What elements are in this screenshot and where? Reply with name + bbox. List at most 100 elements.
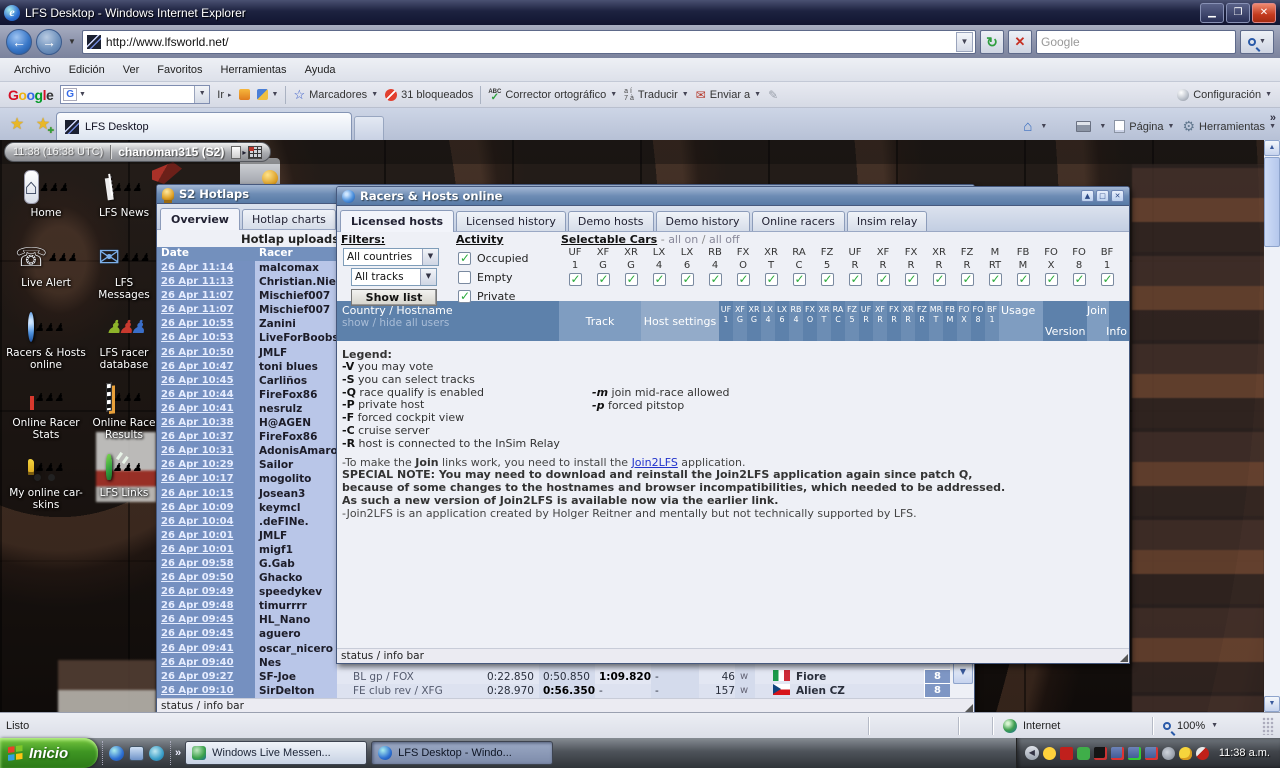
hotlap-date-link[interactable]: 26 Apr 10:45 [157,373,255,388]
hotlap-date-link[interactable]: 26 Apr 10:47 [157,359,255,374]
home-button-icon[interactable]: ⌂ [1023,118,1032,135]
hotlap-date-link[interactable]: 26 Apr 11:14 [157,261,255,276]
racers-tab[interactable]: Demo hosts [567,211,654,231]
restore-button[interactable]: ❐ [1226,2,1250,23]
racers-tab[interactable]: Licensed hosts [340,210,455,232]
tweety-icon[interactable] [1178,746,1192,760]
car-checkbox[interactable] [1016,272,1030,286]
car-checkbox[interactable] [708,272,722,286]
print-icon[interactable] [1076,121,1092,132]
country-filter-select[interactable]: All countries ▼ [343,248,439,266]
activity-checkbox[interactable]: Occupied [458,251,561,265]
hotlap-date-link[interactable]: 26 Apr 09:58 [157,556,255,572]
logout-icon[interactable] [231,145,246,159]
car-checkbox[interactable] [876,272,890,286]
google-addons-button[interactable]: ▼ [256,89,278,100]
recent-pages-dropdown[interactable]: ▼ [66,37,78,46]
car-checkbox[interactable] [932,272,946,286]
hotlap-date-link[interactable]: 26 Apr 09:40 [157,655,255,670]
close-button[interactable]: ✕ [1252,2,1276,23]
hotlap-date-link[interactable]: 26 Apr 09:45 [157,613,255,628]
car-checkbox[interactable] [652,272,666,286]
checkbox-icon[interactable] [458,251,471,265]
stop-button[interactable]: ✕ [1008,29,1032,54]
car-checkbox[interactable] [568,272,582,286]
hotlap-date-link[interactable]: 26 Apr 09:50 [157,571,255,586]
back-button[interactable]: ← [6,28,32,55]
page-scrollbar[interactable]: ▲ ▼ [1264,140,1280,712]
bookmarks-button[interactable]: ☆ Marcadores ▼ [293,87,378,103]
search-input[interactable]: Google [1036,29,1236,54]
ie-task-button[interactable]: LFS Desktop - Windo... [371,741,554,765]
tools-menu-button[interactable]: ⚙ Herramientas ▼ [1182,118,1276,135]
activity-checkbox[interactable]: Private [458,289,561,303]
presence-icon[interactable] [1076,746,1090,760]
car-checkbox[interactable] [624,272,638,286]
resize-grip[interactable] [1262,716,1274,735]
column-info[interactable]: Info [1106,301,1129,341]
racers-tab[interactable]: Licensed history [456,211,566,231]
desktop-icon-item[interactable]: ♟♟♟ Home [2,170,90,240]
menu-item[interactable]: Herramientas [213,61,295,79]
racers-tab[interactable]: Insim relay [846,211,928,231]
racers-titlebar[interactable]: Racers & Hosts online ▲ □ ✕ [337,187,1129,206]
google-news-icon[interactable] [238,89,250,100]
address-input[interactable]: http://www.lfsworld.net/ [106,35,951,49]
hotlap-date-link[interactable]: 26 Apr 10:44 [157,387,255,402]
new-tab-stub[interactable] [354,116,384,140]
volume-icon[interactable] [1161,746,1175,760]
toolbar-settings-button[interactable]: Configuración ▼ [1177,88,1272,101]
column-version[interactable]: Version [1043,301,1087,341]
track-filter-select[interactable]: All tracks ▼ [351,268,437,286]
desktop-icon-item[interactable]: ♟ ♟ ♟ My online car-skins [2,450,90,520]
desktop-icon-item[interactable]: ♟♟♟ LFS Messages [90,240,158,310]
itunes-quicklaunch-icon[interactable] [149,745,164,761]
car-checkbox[interactable] [820,272,834,286]
hotlap-date-link[interactable]: 26 Apr 09:45 [157,627,255,642]
live-alert-icon[interactable]: ♟♟♟ [28,240,77,274]
messenger-task-button[interactable]: Windows Live Messen... [185,741,368,765]
google-go-button[interactable]: Ir ▸ [217,89,231,101]
hotlap-date-link[interactable]: 26 Apr 10:09 [157,500,255,515]
desktop-icon-item[interactable]: ♟ ♟ ♟ LFS Links [90,450,158,520]
car-checkbox[interactable] [1100,272,1114,286]
messages-icon[interactable]: ♟♟♟ [106,240,150,274]
spellcheck-button[interactable]: ABC ✓ Corrector ortográfico ▼ [488,89,617,103]
hotlap-date-link[interactable]: 26 Apr 11:07 [157,303,255,318]
google-search-input[interactable]: G ▼ ▼ [60,85,211,104]
address-dropdown[interactable]: ▼ [956,31,973,52]
quicklaunch-overflow-chevron[interactable]: » [175,747,181,759]
checkbox-icon[interactable] [458,271,471,284]
forward-button[interactable]: → [36,28,62,55]
car-checkbox[interactable] [792,272,806,286]
favorites-button[interactable]: ★ [4,111,30,137]
menu-item[interactable]: Favoritos [149,61,210,79]
wireless-network-icon[interactable] [1127,746,1141,760]
hotlap-date-link[interactable]: 26 Apr 10:01 [157,542,255,557]
car-checkbox[interactable] [736,272,750,286]
car-checkbox[interactable] [1044,272,1058,286]
hotlaps-tab[interactable]: Overview [160,208,240,230]
hotlap-date-link[interactable]: 26 Apr 10:38 [157,416,255,431]
hotlap-date-link[interactable]: 26 Apr 11:07 [157,289,255,304]
racer-stats-icon[interactable]: ♟ ♟ ♟ [28,380,64,414]
desktop-icon-item[interactable]: ♟ ♟ ♟ LFS racer database [90,310,158,380]
hotlap-date-link[interactable]: 26 Apr 09:27 [157,669,255,684]
car-checkbox[interactable] [1072,272,1086,286]
desktop-icon-item[interactable]: ♟ ♟ ♟ LFS News [90,170,158,240]
menu-item[interactable]: Edición [61,61,113,79]
address-field[interactable]: http://www.lfsworld.net/ ▼ [81,29,976,54]
hotlap-date-link[interactable]: 26 Apr 10:55 [157,317,255,332]
racer-database-icon[interactable]: ♟ ♟ ♟ [106,310,146,344]
window-shade-icon[interactable]: ▲ [1081,190,1094,202]
hotlap-date-link[interactable]: 26 Apr 10:41 [157,401,255,417]
car-checkbox[interactable] [848,272,862,286]
refresh-button[interactable]: ↻ [980,29,1004,54]
rss-icon[interactable] [1055,120,1068,133]
desktop-icon-item[interactable]: ♟ ♟ ♟ Online Race Results [90,380,158,450]
tray-chevron-icon[interactable]: ◀ [1024,746,1039,760]
show-list-button[interactable]: Show list [351,289,437,306]
scroll-up-icon[interactable]: ▲ [1264,140,1280,156]
hotlap-date-link[interactable]: 26 Apr 10:31 [157,444,255,459]
window-maximize-icon[interactable]: □ [1096,190,1109,202]
